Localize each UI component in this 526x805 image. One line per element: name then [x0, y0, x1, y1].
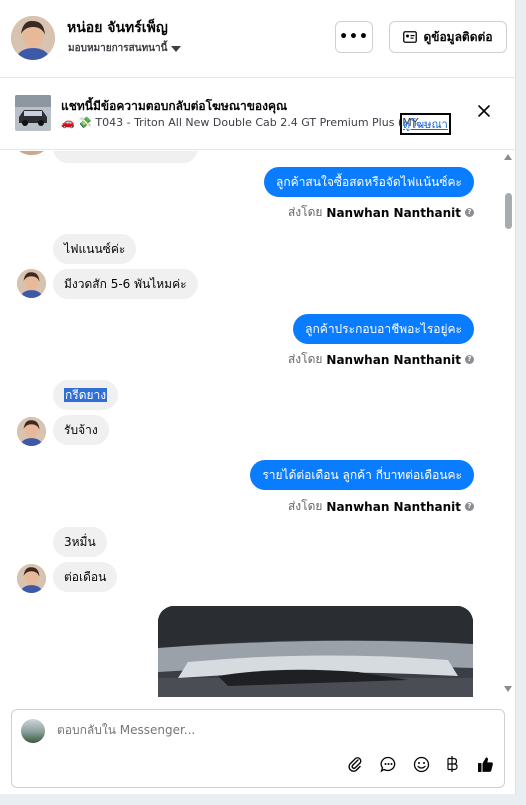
sent-by-label: ส่งโดย Nanwhan Nanthanit ? [288, 497, 474, 516]
assign-label: มอบหมายการสนทนานี้ [68, 43, 168, 54]
info-icon[interactable]: ? [465, 208, 474, 217]
avatar[interactable] [17, 269, 46, 298]
baht-icon[interactable] [442, 754, 462, 774]
sent-by-label: ส่งโดย Nanwhan Nanthanit ? [288, 350, 474, 369]
messenger-panel: หน่อย จันทร์เพ็ญ มอบหมายการสนทนานี้ ••• … [0, 0, 516, 794]
message-bubble-incoming[interactable]: กรีดยาง [53, 380, 119, 410]
scroll-down-icon[interactable] [504, 686, 512, 692]
close-icon[interactable] [474, 101, 494, 121]
attach-icon[interactable] [345, 754, 365, 774]
more-button[interactable]: ••• [335, 21, 373, 53]
page-avatar [21, 719, 45, 743]
info-icon[interactable]: ? [465, 502, 474, 511]
scrollbar-thumb[interactable] [505, 193, 512, 229]
sender-name: Nanwhan Nanthanit [326, 352, 461, 367]
message-bubble-outgoing[interactable]: ลูกค้าสนใจซื้อสดหรือจัดไฟแน้นซ์คะ [264, 167, 474, 197]
reply-input[interactable] [57, 723, 457, 737]
message-bubble-incoming[interactable]: รับจ้าง [53, 415, 109, 445]
message-bubble-incoming[interactable]: มีงวดสัก 5-6 พันไหมค่ะ [53, 269, 198, 299]
message-bubble-incoming[interactable] [53, 151, 198, 163]
sent-by-prefix: ส่งโดย [287, 352, 323, 366]
contact-card-icon [403, 31, 418, 43]
contact-name: หน่อย จันทร์เพ็ญ [67, 20, 168, 36]
view-contact-label: ดูข้อมูลติดต่อ [423, 29, 493, 44]
message-bubble-incoming[interactable]: ไฟแนนซ์ค่ะ [53, 234, 137, 264]
message-thread[interactable]: ลูกค้าสนใจซื้อสดหรือจัดไฟแน้นซ์คะ ส่งโดย… [0, 151, 516, 697]
assign-dropdown[interactable]: มอบหมายการสนทนานี้ [68, 41, 182, 56]
sender-name: Nanwhan Nanthanit [326, 499, 461, 514]
like-icon[interactable] [475, 754, 495, 774]
ad-reply-banner: แชทนี้มีข้อความตอบกลับต่อโฆษณาของคุณ 🚗 💸… [0, 79, 516, 150]
more-icon: ••• [339, 29, 369, 45]
ad-banner-title: แชทนี้มีข้อความตอบกลับต่อโฆษณาของคุณ [61, 99, 288, 113]
photo-attachment[interactable] [158, 606, 473, 697]
ad-banner-subtitle: 🚗 💸 T043 - Triton All New Double Cab 2.4… [61, 116, 427, 129]
sent-by-prefix: ส่งโดย [287, 205, 323, 219]
view-ad-link[interactable]: ดูโฆษณา [400, 113, 451, 135]
avatar[interactable] [17, 417, 46, 446]
conversation-header: หน่อย จันทร์เพ็ญ มอบหมายการสนทนานี้ ••• … [0, 0, 516, 78]
reply-composer [11, 709, 505, 788]
ad-thumbnail[interactable] [15, 95, 51, 131]
message-bubble-outgoing[interactable]: รายได้ต่อเดือน ลูกค้า กี่บาทต่อเดือนคะ [250, 460, 474, 490]
sent-by-label: ส่งโดย Nanwhan Nanthanit ? [288, 203, 474, 222]
scrollbar[interactable] [502, 151, 516, 697]
info-icon[interactable]: ? [465, 355, 474, 364]
message-bubble-incoming[interactable]: ต่อเดือน [53, 562, 118, 592]
avatar[interactable] [11, 16, 55, 60]
scroll-up-icon[interactable] [504, 154, 512, 160]
selected-text: กรีดยาง [64, 388, 108, 402]
message-bubble-incoming[interactable]: 3หมื่น [53, 527, 107, 557]
view-contact-button[interactable]: ดูข้อมูลติดต่อ [389, 21, 507, 53]
sent-by-prefix: ส่งโดย [287, 499, 323, 513]
saved-reply-icon[interactable] [378, 754, 398, 774]
avatar[interactable] [17, 564, 46, 593]
sender-name: Nanwhan Nanthanit [326, 205, 461, 220]
chevron-down-icon [171, 46, 182, 52]
avatar [17, 151, 46, 155]
message-bubble-outgoing[interactable]: ลูกค้าประกอบอาชีพอะไรอยู่คะ [293, 314, 474, 344]
emoji-icon[interactable] [411, 754, 431, 774]
